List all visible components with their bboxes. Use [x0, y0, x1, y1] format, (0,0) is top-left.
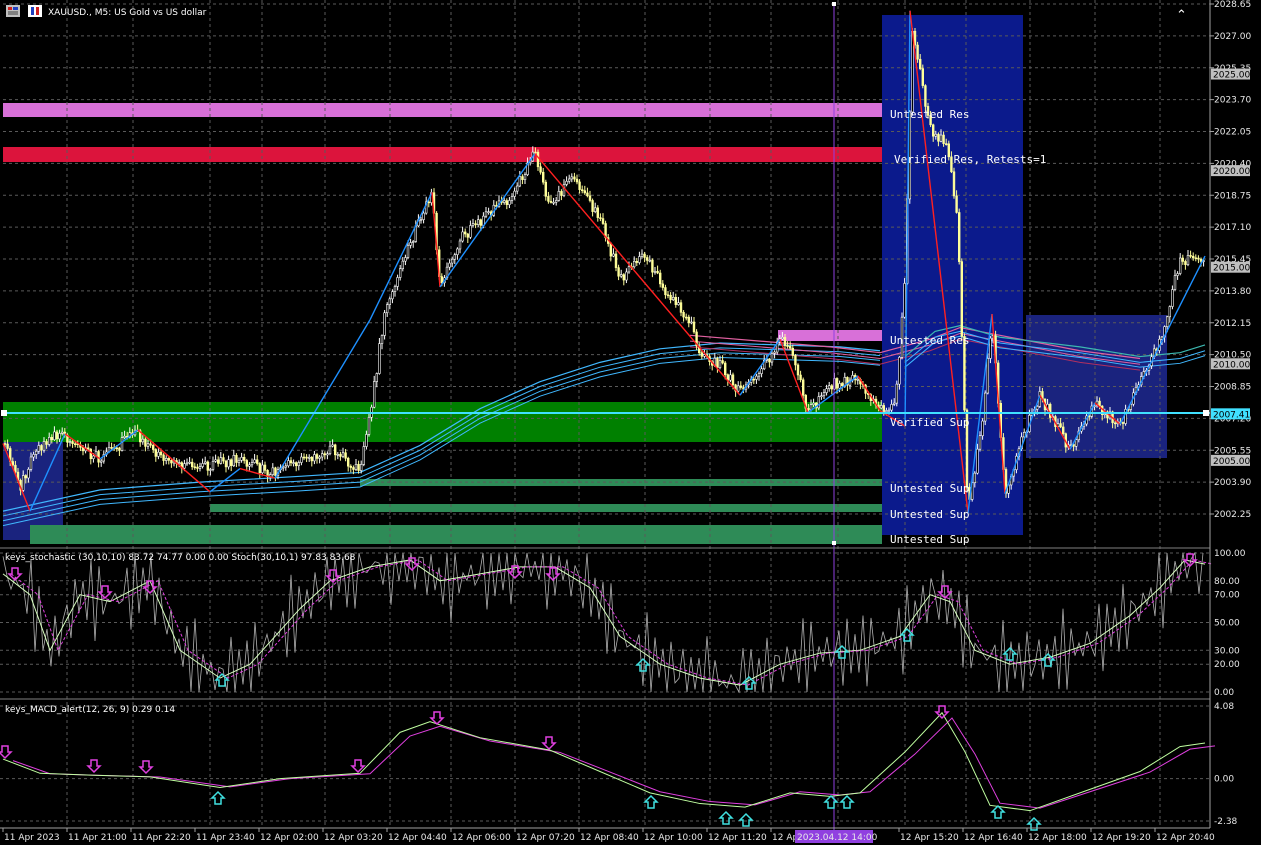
stoch-level-label: 50.00 — [1214, 619, 1240, 629]
macd-level-label: 4.08 — [1214, 702, 1234, 712]
time-label: 12 Apr 03:20 — [324, 833, 383, 843]
macd-level-label: -2.38 — [1214, 817, 1238, 827]
untested-sup-zone — [30, 525, 882, 544]
stoch-level-label: 80.00 — [1214, 577, 1240, 587]
crosshair-handle[interactable] — [832, 541, 836, 545]
stoch-title: keys_stochastic (30,10,10) 83.72 74.77 0… — [5, 553, 356, 563]
time-label: 12 Apr 07:20 — [516, 833, 575, 843]
macd-title: keys_MACD_alert(12, 26, 9) 0.29 0.14 — [5, 705, 175, 715]
zone-label: Untested Res — [890, 108, 969, 121]
stoch-level-label: 100.00 — [1214, 549, 1246, 559]
stoch-level-label: 70.00 — [1214, 591, 1240, 601]
time-label: 12 Apr 10:00 — [644, 833, 703, 843]
price-label: 2012.15 — [1214, 319, 1251, 329]
price-label: 2027.00 — [1214, 32, 1251, 42]
price-label: 2017.10 — [1214, 223, 1251, 233]
time-label: 12 Apr 08:40 — [580, 833, 639, 843]
zone-label: Untested Sup — [890, 482, 969, 495]
time-label: 12 Apr 16:40 — [964, 833, 1023, 843]
price-tag-label: 2007.41 — [1213, 410, 1250, 420]
stoch-level-label: 20.00 — [1214, 660, 1240, 670]
zone-label: Untested Sup — [890, 533, 969, 546]
trading-chart[interactable]: Untested Res Verified Res, Retests=1 Unt… — [0, 0, 1261, 845]
price-tag-label: 2025.00 — [1213, 71, 1250, 81]
time-label: 11 Apr 23:40 — [196, 833, 255, 843]
price-label: 2002.25 — [1214, 510, 1251, 520]
time-label: 11 Apr 21:00 — [68, 833, 127, 843]
time-label: 12 Apr 11:20 — [708, 833, 767, 843]
time-label: 12 Apr 18:00 — [1028, 833, 1087, 843]
chevron-up-icon[interactable]: ⌃ — [1176, 8, 1187, 23]
untested-sup-zone — [210, 504, 882, 512]
verified-res-zone — [3, 147, 882, 162]
zone-label: Verified Sup — [890, 416, 969, 429]
zone-label: Untested Sup — [890, 508, 969, 521]
price-tag-label: 2005.00 — [1213, 457, 1250, 467]
hline-handle-left[interactable] — [1, 410, 7, 416]
price-tag-label: 2015.00 — [1213, 264, 1250, 274]
price-label: 2023.70 — [1214, 96, 1251, 106]
untested-res-zone — [778, 330, 882, 341]
time-label: 12 Apr 06:00 — [452, 833, 511, 843]
stoch-level-label: 30.00 — [1214, 646, 1240, 656]
zone-label: Verified Res, Retests=1 — [894, 153, 1046, 166]
crosshair-handle[interactable] — [832, 2, 836, 6]
macd-level-label: 0.00 — [1214, 775, 1234, 785]
time-label: 11 Apr 2023 — [4, 833, 60, 843]
time-label: 11 Apr 22:20 — [132, 833, 191, 843]
time-label: 12 Apr 04:40 — [388, 833, 447, 843]
time-label: 12 Apr 20:40 — [1156, 833, 1215, 843]
zone-label: Untested Res — [890, 334, 969, 347]
symbol-title: XAUUSD., M5: US Gold vs US dollar — [48, 8, 207, 18]
cursor-time-label: 2023.04.12 14:00 — [797, 833, 878, 843]
price-tag-label: 2010.00 — [1213, 360, 1250, 370]
untested-res-zone — [3, 103, 882, 117]
price-label: 2028.65 — [1214, 0, 1251, 10]
price-label: 2003.90 — [1214, 478, 1251, 488]
price-label: 2018.75 — [1214, 191, 1251, 201]
time-label: 12 Apr 19:20 — [1092, 833, 1151, 843]
hline-handle-right[interactable] — [1203, 410, 1209, 416]
price-tag-label: 2020.00 — [1213, 167, 1250, 177]
price-label: 2013.80 — [1214, 287, 1251, 297]
price-label: 2008.85 — [1214, 383, 1251, 393]
chart-menu-icon[interactable] — [6, 5, 20, 17]
stoch-level-label: 0.00 — [1214, 688, 1234, 698]
price-label: 2005.55 — [1214, 446, 1251, 456]
time-label: 12 Apr 15:20 — [900, 833, 959, 843]
price-label: 2022.05 — [1214, 128, 1251, 138]
time-label: 12 Apr 02:00 — [260, 833, 319, 843]
one-click-trading-icon[interactable] — [28, 5, 42, 17]
